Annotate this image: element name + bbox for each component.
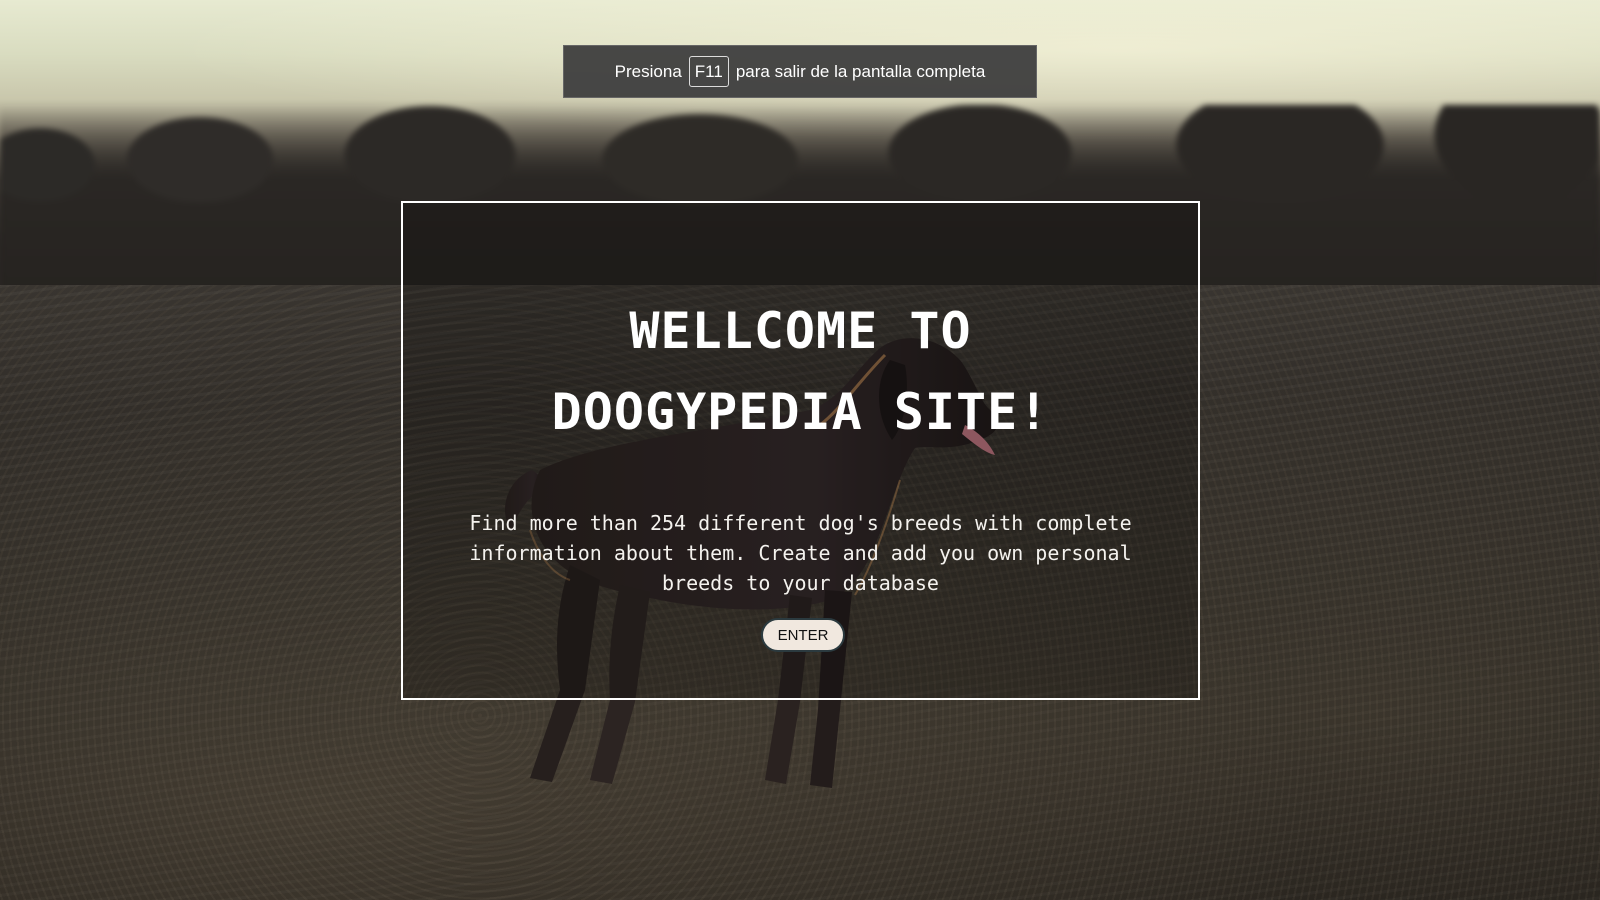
fullscreen-notice: Presiona F11 para salir de la pantalla c… <box>563 45 1037 98</box>
welcome-panel: WELLCOME TO DOOGYPEDIA SITE! Find more t… <box>401 201 1200 700</box>
fullscreen-notice-prefix: Presiona <box>614 61 682 81</box>
welcome-title-line-1: WELLCOME TO <box>629 302 972 360</box>
welcome-description: Find more than 254 different dog's breed… <box>469 511 1132 595</box>
enter-button[interactable]: ENTER <box>761 618 845 652</box>
fullscreen-notice-suffix: para salir de la pantalla completa <box>735 61 986 81</box>
f11-key-badge: F11 <box>688 56 729 87</box>
welcome-title: WELLCOME TO DOOGYPEDIA SITE! <box>403 291 1198 453</box>
welcome-title-line-2: DOOGYPEDIA SITE! <box>551 383 1050 441</box>
hero-background: Presiona F11 para salir de la pantalla c… <box>0 0 1600 900</box>
